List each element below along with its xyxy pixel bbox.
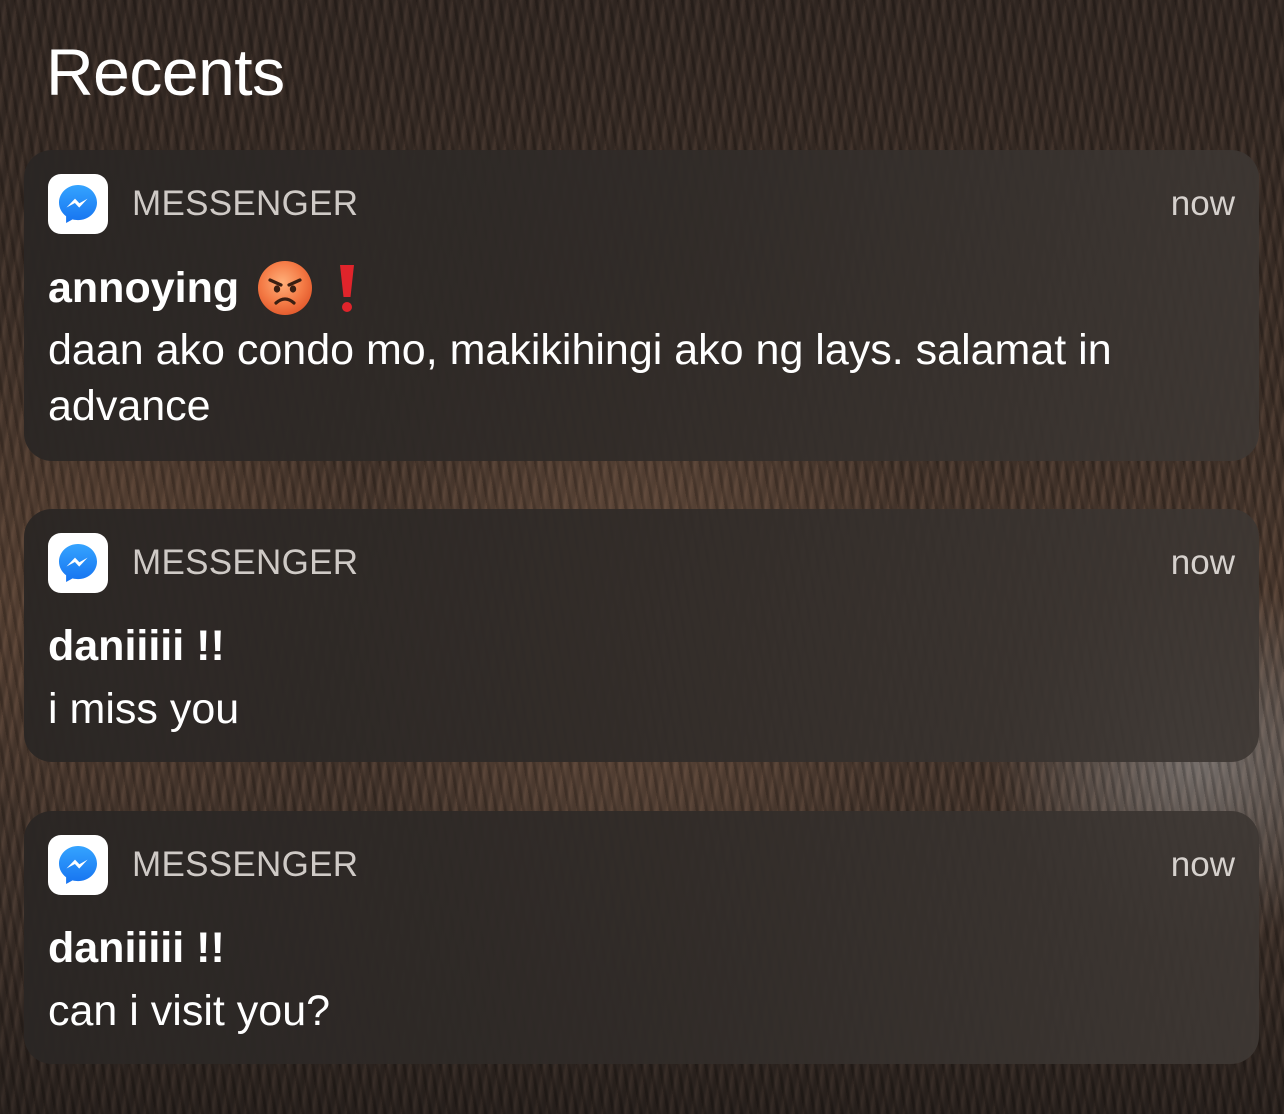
timestamp: now [1170,543,1235,582]
red-exclamation-emoji-icon [340,265,355,312]
sender-label: daniiiii !! [48,622,225,670]
messenger-icon [48,835,108,895]
notification-card[interactable]: MESSENGER now daniiiii !! can i visit yo… [24,811,1259,1064]
app-name: MESSENGER [132,845,359,884]
angry-face-emoji-icon [258,261,313,315]
message-preview: daan ako condo mo, makikihingi ako ng la… [48,326,1112,430]
sender-name: annoying [48,260,359,316]
sender-label: daniiiii !! [48,924,225,972]
message-preview: can i visit you? [48,987,331,1035]
messenger-icon [48,174,108,234]
notification-card[interactable]: MESSENGER now daniiiii !! i miss you [24,509,1259,762]
sender-label: annoying [48,264,240,312]
sender-name: daniiiii !! [48,921,225,975]
messenger-icon [48,533,108,593]
timestamp: now [1170,845,1235,884]
app-name: MESSENGER [132,184,359,223]
page-title: Recents [46,35,285,109]
sender-name: daniiiii !! [48,619,225,673]
timestamp: now [1170,184,1235,223]
message-preview: i miss you [48,685,240,733]
notification-card[interactable]: MESSENGER now annoying daan ako condo mo… [24,150,1259,461]
app-name: MESSENGER [132,543,359,582]
